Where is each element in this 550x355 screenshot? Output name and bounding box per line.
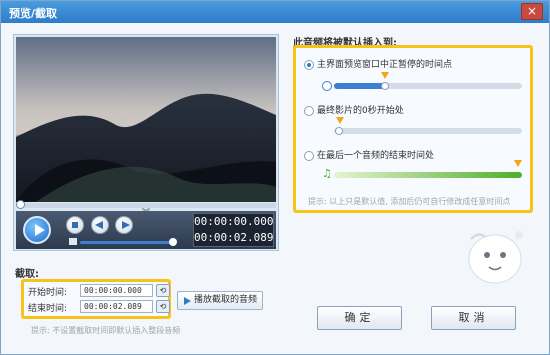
marker-arrow-icon xyxy=(514,160,522,167)
landscape-image xyxy=(16,37,276,202)
play-button[interactable] xyxy=(23,216,51,244)
set-end-time-icon[interactable]: ⟲ xyxy=(156,300,170,313)
video-preview-panel: ︾ 00:00:00.000 00:00:02.089 xyxy=(13,34,279,251)
volume-icon xyxy=(69,238,77,245)
mascot-illustration xyxy=(459,221,529,287)
radio-icon[interactable] xyxy=(304,105,314,116)
close-button[interactable]: × xyxy=(521,3,543,20)
insert-options-group: 主界面预览窗口中正暂停的时间点 最终影片的0秒开始处 在最后一个音频的结束时间处… xyxy=(293,45,533,213)
option-movie-start[interactable]: 最终影片的0秒开始处 xyxy=(304,103,404,116)
cancel-button[interactable]: 取消 xyxy=(431,306,516,330)
window-title: 预览/截取 xyxy=(9,7,58,20)
ok-button[interactable]: 确定 xyxy=(317,306,402,330)
forward-button[interactable] xyxy=(115,216,133,234)
option-label: 最终影片的0秒开始处 xyxy=(317,106,404,116)
radio-icon[interactable] xyxy=(304,150,314,161)
option-after-last-audio[interactable]: 在最后一个音频的结束时间处 xyxy=(304,148,434,161)
music-note-icon: ♫ xyxy=(322,167,332,180)
seek-handle[interactable] xyxy=(16,200,25,209)
time-display: 00:00:00.000 00:00:02.089 xyxy=(193,213,274,247)
total-time: 00:00:02.089 xyxy=(194,231,274,244)
video-frame xyxy=(16,37,276,202)
timeline-fill-1 xyxy=(334,83,386,89)
timeline-marker-2 xyxy=(335,127,343,135)
title-bar: 预览/截取 × xyxy=(1,1,549,23)
option-label: 主界面预览窗口中正暂停的时间点 xyxy=(317,60,453,70)
preview-clip-dialog: 预览/截取 × 00:00:00.000 00:00:02.089 截取: 开始… xyxy=(0,0,550,355)
pause-icon xyxy=(322,81,332,91)
stop-button[interactable] xyxy=(66,216,84,234)
current-time: 00:00:00.000 xyxy=(194,215,274,228)
timeline-track-1 xyxy=(334,83,522,89)
marker-arrow-icon xyxy=(336,117,344,124)
end-time-label: 结束时间: xyxy=(28,304,68,314)
clip-section-label: 截取: xyxy=(15,269,39,280)
volume-handle[interactable] xyxy=(169,238,177,246)
insert-tip: 提示: 以上只是默认值, 添加后仍可自行修改成任意时间点 xyxy=(308,197,511,206)
option-label: 在最后一个音频的结束时间处 xyxy=(317,151,435,161)
start-time-input[interactable]: 00:00:00.000 xyxy=(80,284,153,297)
marker-arrow-icon xyxy=(381,72,389,79)
audio-timeline-track xyxy=(334,172,522,178)
timeline-track-2 xyxy=(334,128,522,134)
rewind-button[interactable] xyxy=(91,216,109,234)
end-time-input[interactable]: 00:00:02.089 xyxy=(80,300,153,313)
volume-slider[interactable] xyxy=(80,241,172,244)
play-clip-button[interactable]: 播放截取的音频 xyxy=(177,291,263,310)
radio-selected-icon[interactable] xyxy=(304,59,314,70)
player-controls: 00:00:00.000 00:00:02.089 xyxy=(16,211,276,249)
set-start-time-icon[interactable]: ⟲ xyxy=(156,284,170,297)
start-time-label: 开始时间: xyxy=(28,288,68,298)
clip-time-group: 开始时间: 00:00:00.000 ⟲ 结束时间: 00:00:02.089 … xyxy=(21,279,171,319)
timeline-marker-1 xyxy=(381,82,389,90)
option-preview-pause-point[interactable]: 主界面预览窗口中正暂停的时间点 xyxy=(304,57,452,70)
clip-hint: 提示: 不设置截取时间即默认插入整段音频 xyxy=(31,326,181,335)
